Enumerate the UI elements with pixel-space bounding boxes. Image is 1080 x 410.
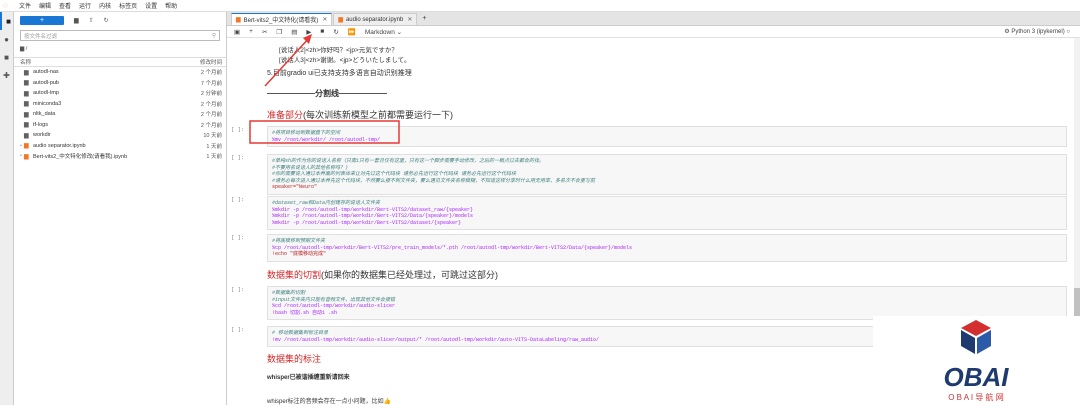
brand-tagline: O B A I 导 航 网 <box>948 392 1004 402</box>
annotation-box <box>249 120 400 144</box>
annotation-arrow <box>264 36 311 87</box>
brand-name: OBAI <box>944 362 1010 392</box>
watermark-logo: OBAI O B A I 导 航 网 <box>873 316 1080 405</box>
